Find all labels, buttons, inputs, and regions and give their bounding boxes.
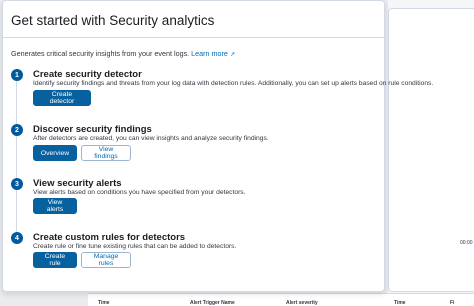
column-time-right[interactable]: Time xyxy=(394,300,406,306)
column-time[interactable]: Time xyxy=(98,300,110,306)
column-fi-right[interactable]: Fi xyxy=(450,300,454,306)
step-number-badge: 2 xyxy=(11,124,23,136)
column-alert-trigger-name[interactable]: Alert Trigger Name xyxy=(190,300,235,306)
panel-title: Get started with Security analytics xyxy=(11,13,215,28)
background-findings-table-header: Time Fi xyxy=(388,293,474,306)
view-alerts-button[interactable]: View alerts xyxy=(33,198,77,214)
manage-rules-button[interactable]: Manage rules xyxy=(81,252,131,268)
column-alert-severity[interactable]: Alert severity xyxy=(286,300,318,306)
create-rule-button[interactable]: Create rule xyxy=(33,252,77,268)
view-findings-button[interactable]: View findings xyxy=(81,145,131,161)
step-number-badge: 3 xyxy=(11,178,23,190)
panel-description: Generates critical security insights fro… xyxy=(11,49,235,58)
panel-divider xyxy=(3,37,384,38)
background-alerts-table-header: Time Alert Trigger Name Alert severity xyxy=(88,293,388,306)
step-number-badge: 4 xyxy=(11,232,23,244)
step-number-badge: 1 xyxy=(11,69,23,81)
steps-connector-line xyxy=(16,81,17,241)
external-link-icon: ↗ xyxy=(229,52,235,58)
step-description: After detectors are created, you can vie… xyxy=(33,135,269,142)
step-title: Discover security findings xyxy=(33,124,152,135)
description-text: Generates critical security insights fro… xyxy=(11,49,190,58)
background-chart-card xyxy=(388,8,474,292)
step-description: View alerts based on conditions you have… xyxy=(33,189,246,196)
step-title: Create security detector xyxy=(33,69,142,80)
step-title: Create custom rules for detectors xyxy=(33,232,186,243)
step-description: Create rule or fine tune existing rules … xyxy=(33,243,237,250)
learn-more-link[interactable]: Learn more ↗ xyxy=(191,49,235,58)
overview-button[interactable]: Overview xyxy=(33,145,77,161)
step-description: Identify security findings and threats f… xyxy=(33,80,434,87)
get-started-panel: Get started with Security analytics Gene… xyxy=(2,0,433,292)
create-detector-button[interactable]: Create detector xyxy=(33,90,91,106)
step-title: View security alerts xyxy=(33,178,122,189)
background-axis-tick: 00:00 xyxy=(460,240,473,246)
